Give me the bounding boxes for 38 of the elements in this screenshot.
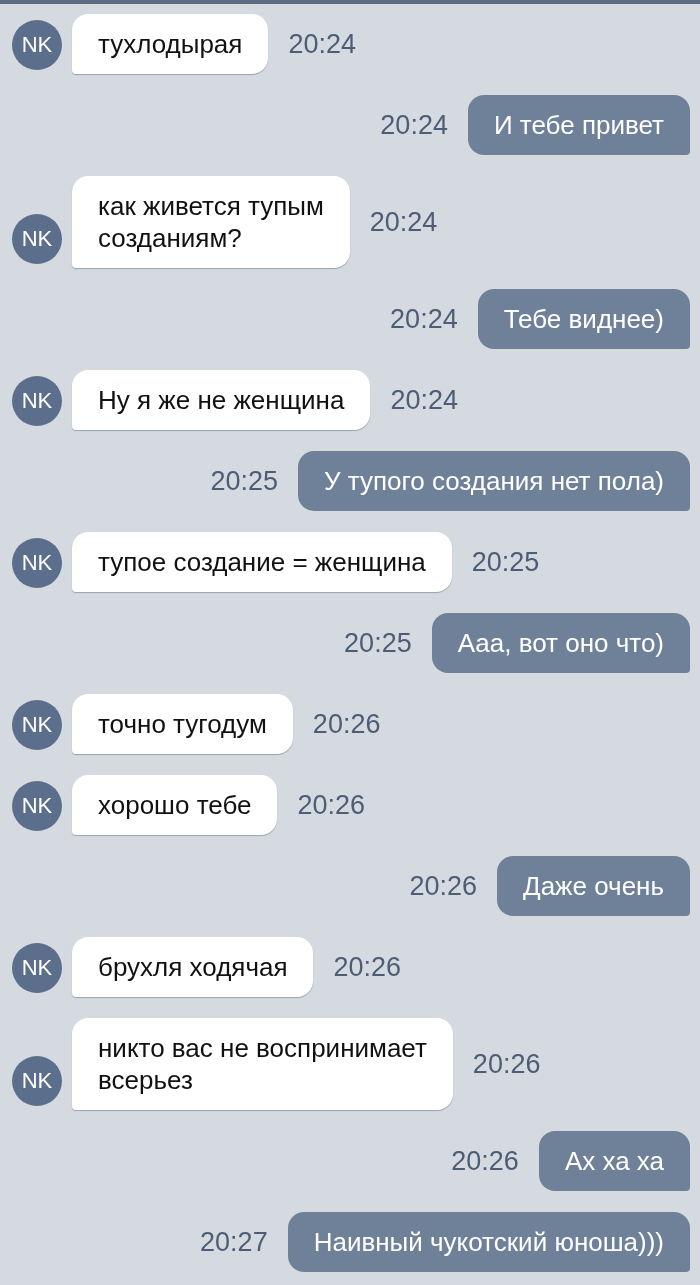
avatar[interactable]: NK: [12, 700, 62, 750]
message-bubble: Тебе виднее): [477, 289, 690, 349]
message-time: 20:24: [288, 28, 356, 60]
avatar[interactable]: NK: [12, 781, 62, 831]
message-time: 20:25: [471, 546, 540, 578]
avatar[interactable]: NK: [12, 20, 62, 70]
message-time: 20:26: [312, 708, 381, 740]
message-time: 20:26: [297, 789, 366, 821]
message-bubble: хорошо тебе: [72, 775, 278, 835]
message-bubble: Ах ха ха: [538, 1131, 690, 1191]
message-time: 20:27: [200, 1226, 268, 1258]
message-time: 20:26: [333, 951, 402, 983]
message-bubble: Ну я же не женщина: [72, 370, 371, 430]
message-time: 20:24: [390, 384, 458, 416]
message-bubble: тухлодырая: [72, 14, 269, 74]
avatar[interactable]: NK: [12, 538, 62, 588]
message-bubble: как живется тупым созданиям?: [72, 176, 350, 268]
message-time: 20:24: [390, 303, 458, 335]
message-bubble: Даже очень: [497, 856, 690, 916]
message-bubble: Ааа, вот оно что): [431, 613, 690, 673]
message-time: 20:26: [409, 870, 478, 902]
message-bubble: никто вас не воспринимает всерьез: [72, 1018, 453, 1110]
avatar[interactable]: NK: [12, 376, 62, 426]
message-bubble: Наивный чукотский юноша))): [287, 1212, 690, 1272]
message-bubble: брухля ходячая: [72, 937, 314, 997]
avatar[interactable]: NK: [12, 214, 62, 264]
message-time: 20:24: [369, 206, 438, 238]
message-time: 20:25: [210, 465, 278, 497]
message-bubble: точно тугодум: [72, 694, 293, 754]
message-bubble: У тупого создания нет пола): [297, 451, 690, 511]
message-time: 20:26: [472, 1048, 541, 1080]
avatar[interactable]: NK: [12, 943, 62, 993]
message-bubble: тупое создание = женщина: [72, 532, 452, 592]
message-time: 20:25: [344, 627, 412, 659]
message-time: 20:26: [451, 1145, 519, 1177]
message-time: 20:24: [380, 109, 448, 141]
message-bubble: И тебе привет: [467, 95, 690, 155]
avatar[interactable]: NK: [12, 1056, 62, 1106]
